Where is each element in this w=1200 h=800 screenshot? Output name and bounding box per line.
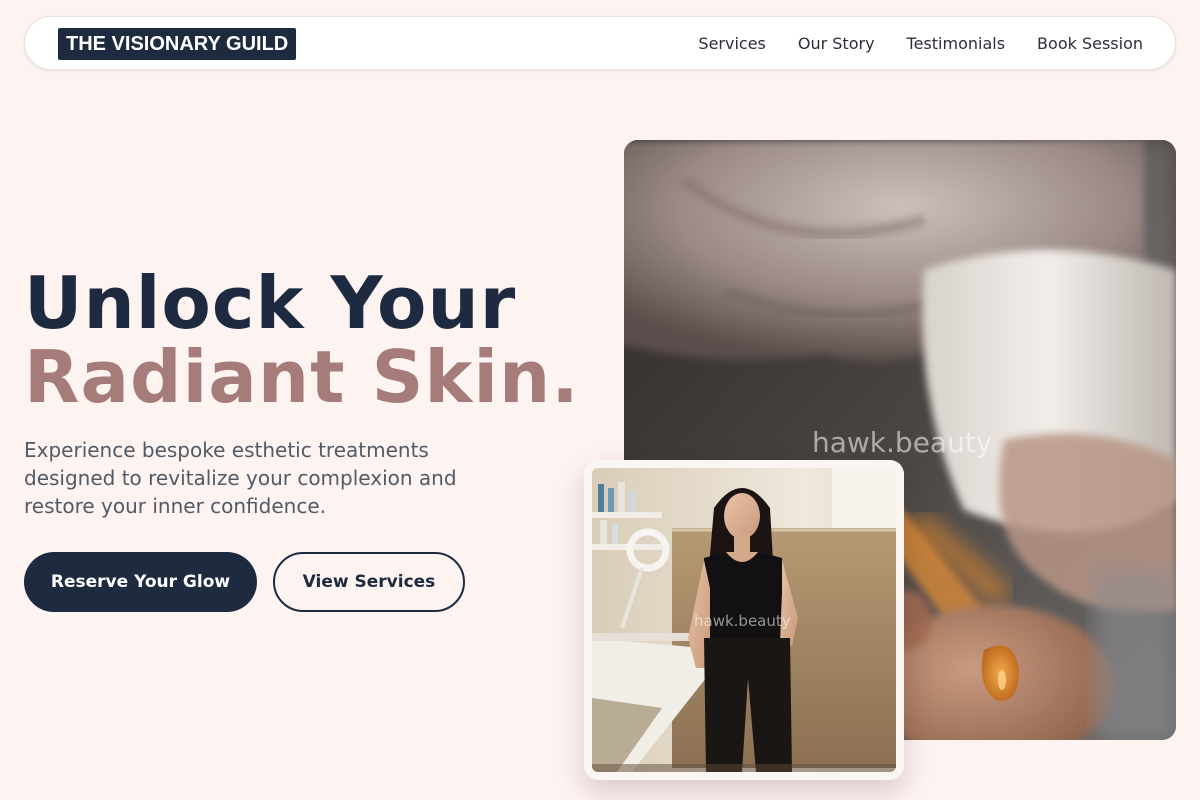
nav-link-services[interactable]: Services [698, 34, 765, 53]
hero-description: Experience bespoke esthetic treatments d… [24, 438, 457, 518]
nav-links: Services Our Story Testimonials Book Ses… [698, 17, 1143, 69]
nav-link-book-session[interactable]: Book Session [1037, 34, 1143, 53]
hero-headline: Unlock Your Radiant Skin. [24, 266, 580, 414]
nav-link-testimonials[interactable]: Testimonials [907, 34, 1006, 53]
nav-link-our-story[interactable]: Our Story [798, 34, 875, 53]
portrait-photo-watermark: hawk.beauty [694, 612, 791, 630]
hero-photo-watermark: hawk.beauty [812, 426, 993, 459]
brand-logo[interactable]: THE VISIONARY GUILD [58, 28, 297, 60]
reserve-your-glow-button[interactable]: Reserve Your Glow [24, 552, 257, 612]
view-services-button[interactable]: View Services [273, 552, 465, 612]
top-navigation: THE VISIONARY GUILD Services Our Story T… [24, 16, 1176, 70]
headline-line-2: Radiant Skin. [24, 335, 580, 419]
esthetician-portrait-photo: hawk.beauty [592, 468, 896, 772]
headline-line-1: Unlock Your [24, 261, 517, 345]
esthetician-portrait-card: hawk.beauty [584, 460, 904, 780]
